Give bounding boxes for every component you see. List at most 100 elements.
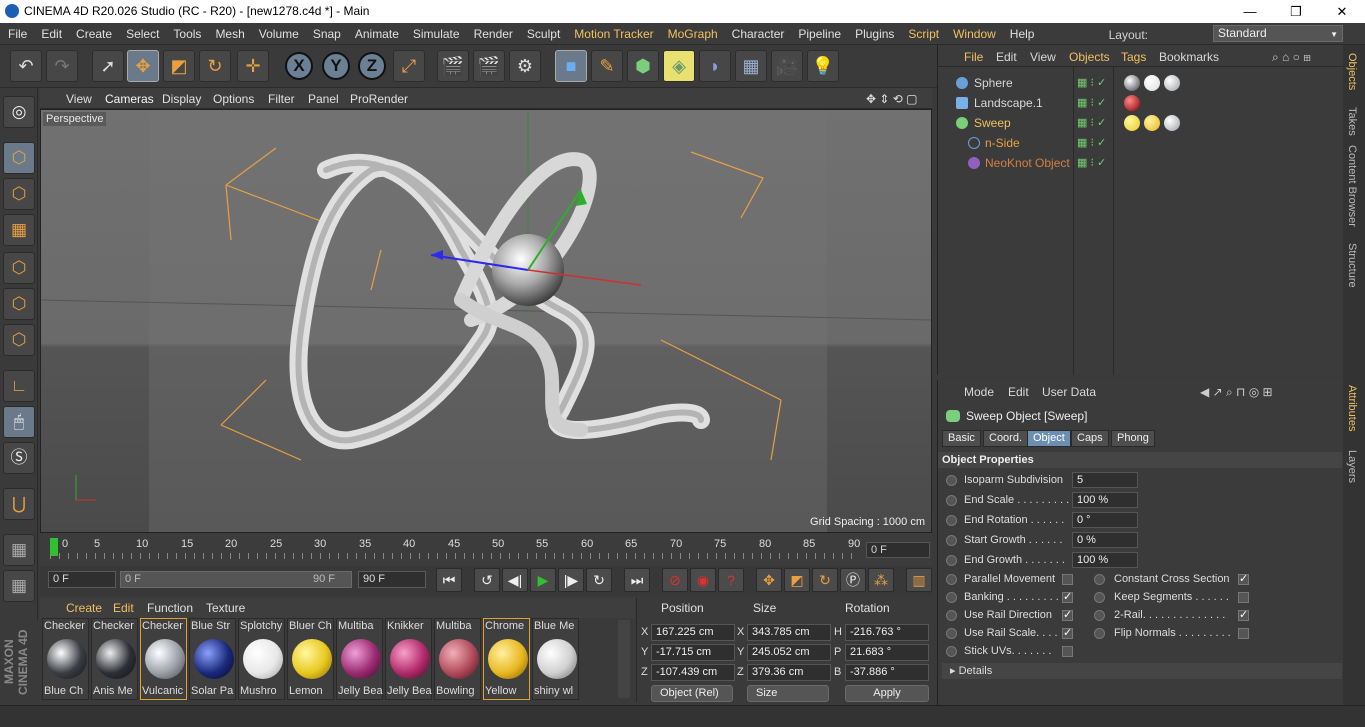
apply-button[interactable]: Apply [845, 685, 929, 702]
menu-edit[interactable]: Edit [33, 23, 68, 44]
end-scale-field[interactable]: 100 % [1072, 492, 1138, 508]
next-frame-icon[interactable]: |▶ [558, 568, 584, 592]
coordinate-mode-dropdown[interactable]: Object (Rel) [651, 685, 733, 702]
maximize-button[interactable]: ❐ [1273, 0, 1319, 23]
animate-radio[interactable] [946, 495, 957, 506]
scheme-settings-icon[interactable]: ▥ [906, 568, 932, 592]
record-parameter-icon[interactable]: Ⓟ [840, 568, 866, 592]
attr-menu-edit[interactable]: Edit [1008, 385, 1029, 399]
light-icon[interactable]: 💡 [807, 50, 839, 82]
attr-menu-mode[interactable]: Mode [964, 385, 994, 399]
y-axis-lock-icon[interactable]: Y [322, 52, 350, 80]
menu-render[interactable]: Render [466, 23, 519, 44]
timeline-ruler[interactable]: 0 5 10 15 20 25 30 35 40 45 50 55 60 65 … [40, 533, 932, 566]
constant-cross-section-checkbox[interactable]: ✓ [1238, 574, 1249, 585]
menu-window[interactable]: Window [945, 23, 1002, 44]
viewport-menu-options[interactable]: Options [213, 92, 254, 106]
move-tool-icon[interactable]: ✥ [127, 50, 159, 82]
side-tab-structure[interactable]: Structure [1346, 243, 1358, 288]
timeline-playhead[interactable] [50, 538, 58, 556]
workplane-mode-icon[interactable]: ▦ [3, 214, 35, 246]
tab-basic[interactable]: Basic [942, 430, 981, 447]
position-x-field[interactable]: 167.225 cm [651, 624, 735, 641]
details-section-toggle[interactable]: ▸ Details [942, 663, 1342, 679]
attr-menu-user-data[interactable]: User Data [1042, 385, 1096, 399]
material-swatch[interactable]: Checker Blue Ch [42, 618, 89, 700]
material-tag-icon[interactable] [1144, 115, 1160, 131]
recent-tool-icon[interactable]: ✛ [237, 50, 269, 82]
material-tag-icon[interactable] [1164, 115, 1180, 131]
tweak-mode-icon[interactable]: 🖱 [3, 406, 35, 438]
animate-radio[interactable] [946, 515, 957, 526]
viewport-menu-display[interactable]: Display [162, 92, 201, 106]
snap-toggle-icon[interactable]: Ⓢ [3, 442, 35, 474]
side-tab-takes[interactable]: Takes [1346, 107, 1358, 136]
viewport-menu-filter[interactable]: Filter [268, 92, 295, 106]
preview-range-slider[interactable]: 0 F 90 F [120, 571, 352, 588]
material-tag-icon[interactable] [1164, 75, 1180, 91]
banking-checkbox[interactable]: ✓ [1062, 592, 1073, 603]
end-frame-field[interactable]: 90 F [358, 571, 426, 588]
tab-object[interactable]: Object [1027, 430, 1071, 447]
next-key-icon[interactable]: ↻ [586, 568, 612, 592]
object-menu-file[interactable]: File [964, 50, 983, 64]
current-frame-field[interactable]: 0 F [866, 542, 930, 558]
object-row-neoknot[interactable]: NeoKnot Object ▦ ⁝ ✓ [938, 153, 1344, 173]
size-z-field[interactable]: 379.36 cm [747, 664, 831, 681]
start-growth-field[interactable]: 0 % [1072, 532, 1138, 548]
subdivision-surface-icon[interactable]: ⬢ [627, 50, 659, 82]
side-tab-attributes[interactable]: Attributes [1346, 385, 1358, 431]
redo-icon[interactable]: ↷ [46, 50, 78, 82]
record-position-icon[interactable]: ✥ [756, 568, 782, 592]
material-swatch[interactable]: Chrome Yellow [483, 618, 530, 700]
material-swatch[interactable]: Checker Anis Me [91, 618, 138, 700]
material-tag-icon[interactable] [1124, 115, 1140, 131]
animate-radio[interactable] [946, 628, 957, 639]
material-menu-texture[interactable]: Texture [206, 601, 245, 615]
keyframe-selection-icon[interactable]: ? [718, 568, 744, 592]
axis-mode-icon[interactable]: ∟ [3, 370, 35, 402]
menu-select[interactable]: Select [118, 23, 165, 44]
animate-radio[interactable] [946, 610, 957, 621]
stick-uvs-checkbox[interactable] [1062, 646, 1073, 657]
animate-radio[interactable] [1094, 628, 1105, 639]
previous-frame-icon[interactable]: ◀| [502, 568, 528, 592]
material-tag-icon[interactable] [1124, 95, 1140, 111]
object-row-sweep[interactable]: Sweep ▦ ⁝ ✓ [938, 113, 1344, 133]
object-menu-edit[interactable]: Edit [996, 50, 1017, 64]
menu-file[interactable]: File [0, 23, 33, 44]
side-tab-objects[interactable]: Objects [1346, 53, 1358, 90]
workplane-lock-icon[interactable]: ▦ [3, 534, 35, 566]
coordinate-system-icon[interactable]: ⤢ [393, 50, 425, 82]
animate-radio[interactable] [946, 535, 957, 546]
size-x-field[interactable]: 343.785 cm [747, 624, 831, 641]
previous-key-icon[interactable]: ↺ [474, 568, 500, 592]
go-to-start-icon[interactable]: ⏮ [436, 568, 462, 592]
visibility-check-icon[interactable]: ▦ ⁝ ✓ [1077, 136, 1106, 149]
object-menu-bookmarks[interactable]: Bookmarks [1159, 50, 1219, 64]
grid-lock-icon[interactable]: ▦ [3, 570, 35, 602]
cube-primitive-icon[interactable]: ■ [555, 50, 587, 82]
undo-icon[interactable]: ↶ [10, 50, 42, 82]
tab-caps[interactable]: Caps [1071, 430, 1109, 447]
material-tag-icon[interactable] [1124, 75, 1140, 91]
record-scale-icon[interactable]: ◩ [784, 568, 810, 592]
pen-spline-icon[interactable]: ✎ [591, 50, 623, 82]
viewport-menu-cameras[interactable]: Cameras [105, 92, 154, 106]
viewport-menu-view[interactable]: View [66, 92, 92, 106]
visibility-check-icon[interactable]: ▦ ⁝ ✓ [1077, 96, 1106, 109]
menu-animate[interactable]: Animate [347, 23, 405, 44]
record-point-level-icon[interactable]: ⁂ [868, 568, 894, 592]
material-swatch[interactable]: Bluer Ch Lemon [287, 618, 334, 700]
array-generator-icon[interactable]: ◈ [663, 50, 695, 82]
viewport-navigation-icon[interactable]: ✥ ⇕ ⟲ ▢ [866, 92, 918, 106]
object-menu-objects[interactable]: Objects [1069, 50, 1110, 64]
material-scrollbar[interactable] [618, 620, 630, 698]
keep-segments-checkbox[interactable] [1238, 592, 1249, 603]
material-swatch[interactable]: Checker Vulcanic [140, 618, 187, 700]
flip-normals-checkbox[interactable] [1238, 628, 1249, 639]
close-button[interactable]: ✕ [1319, 0, 1365, 23]
object-menu-view[interactable]: View [1030, 50, 1056, 64]
size-mode-dropdown[interactable]: Size [747, 685, 829, 702]
x-axis-lock-icon[interactable]: X [285, 52, 313, 80]
